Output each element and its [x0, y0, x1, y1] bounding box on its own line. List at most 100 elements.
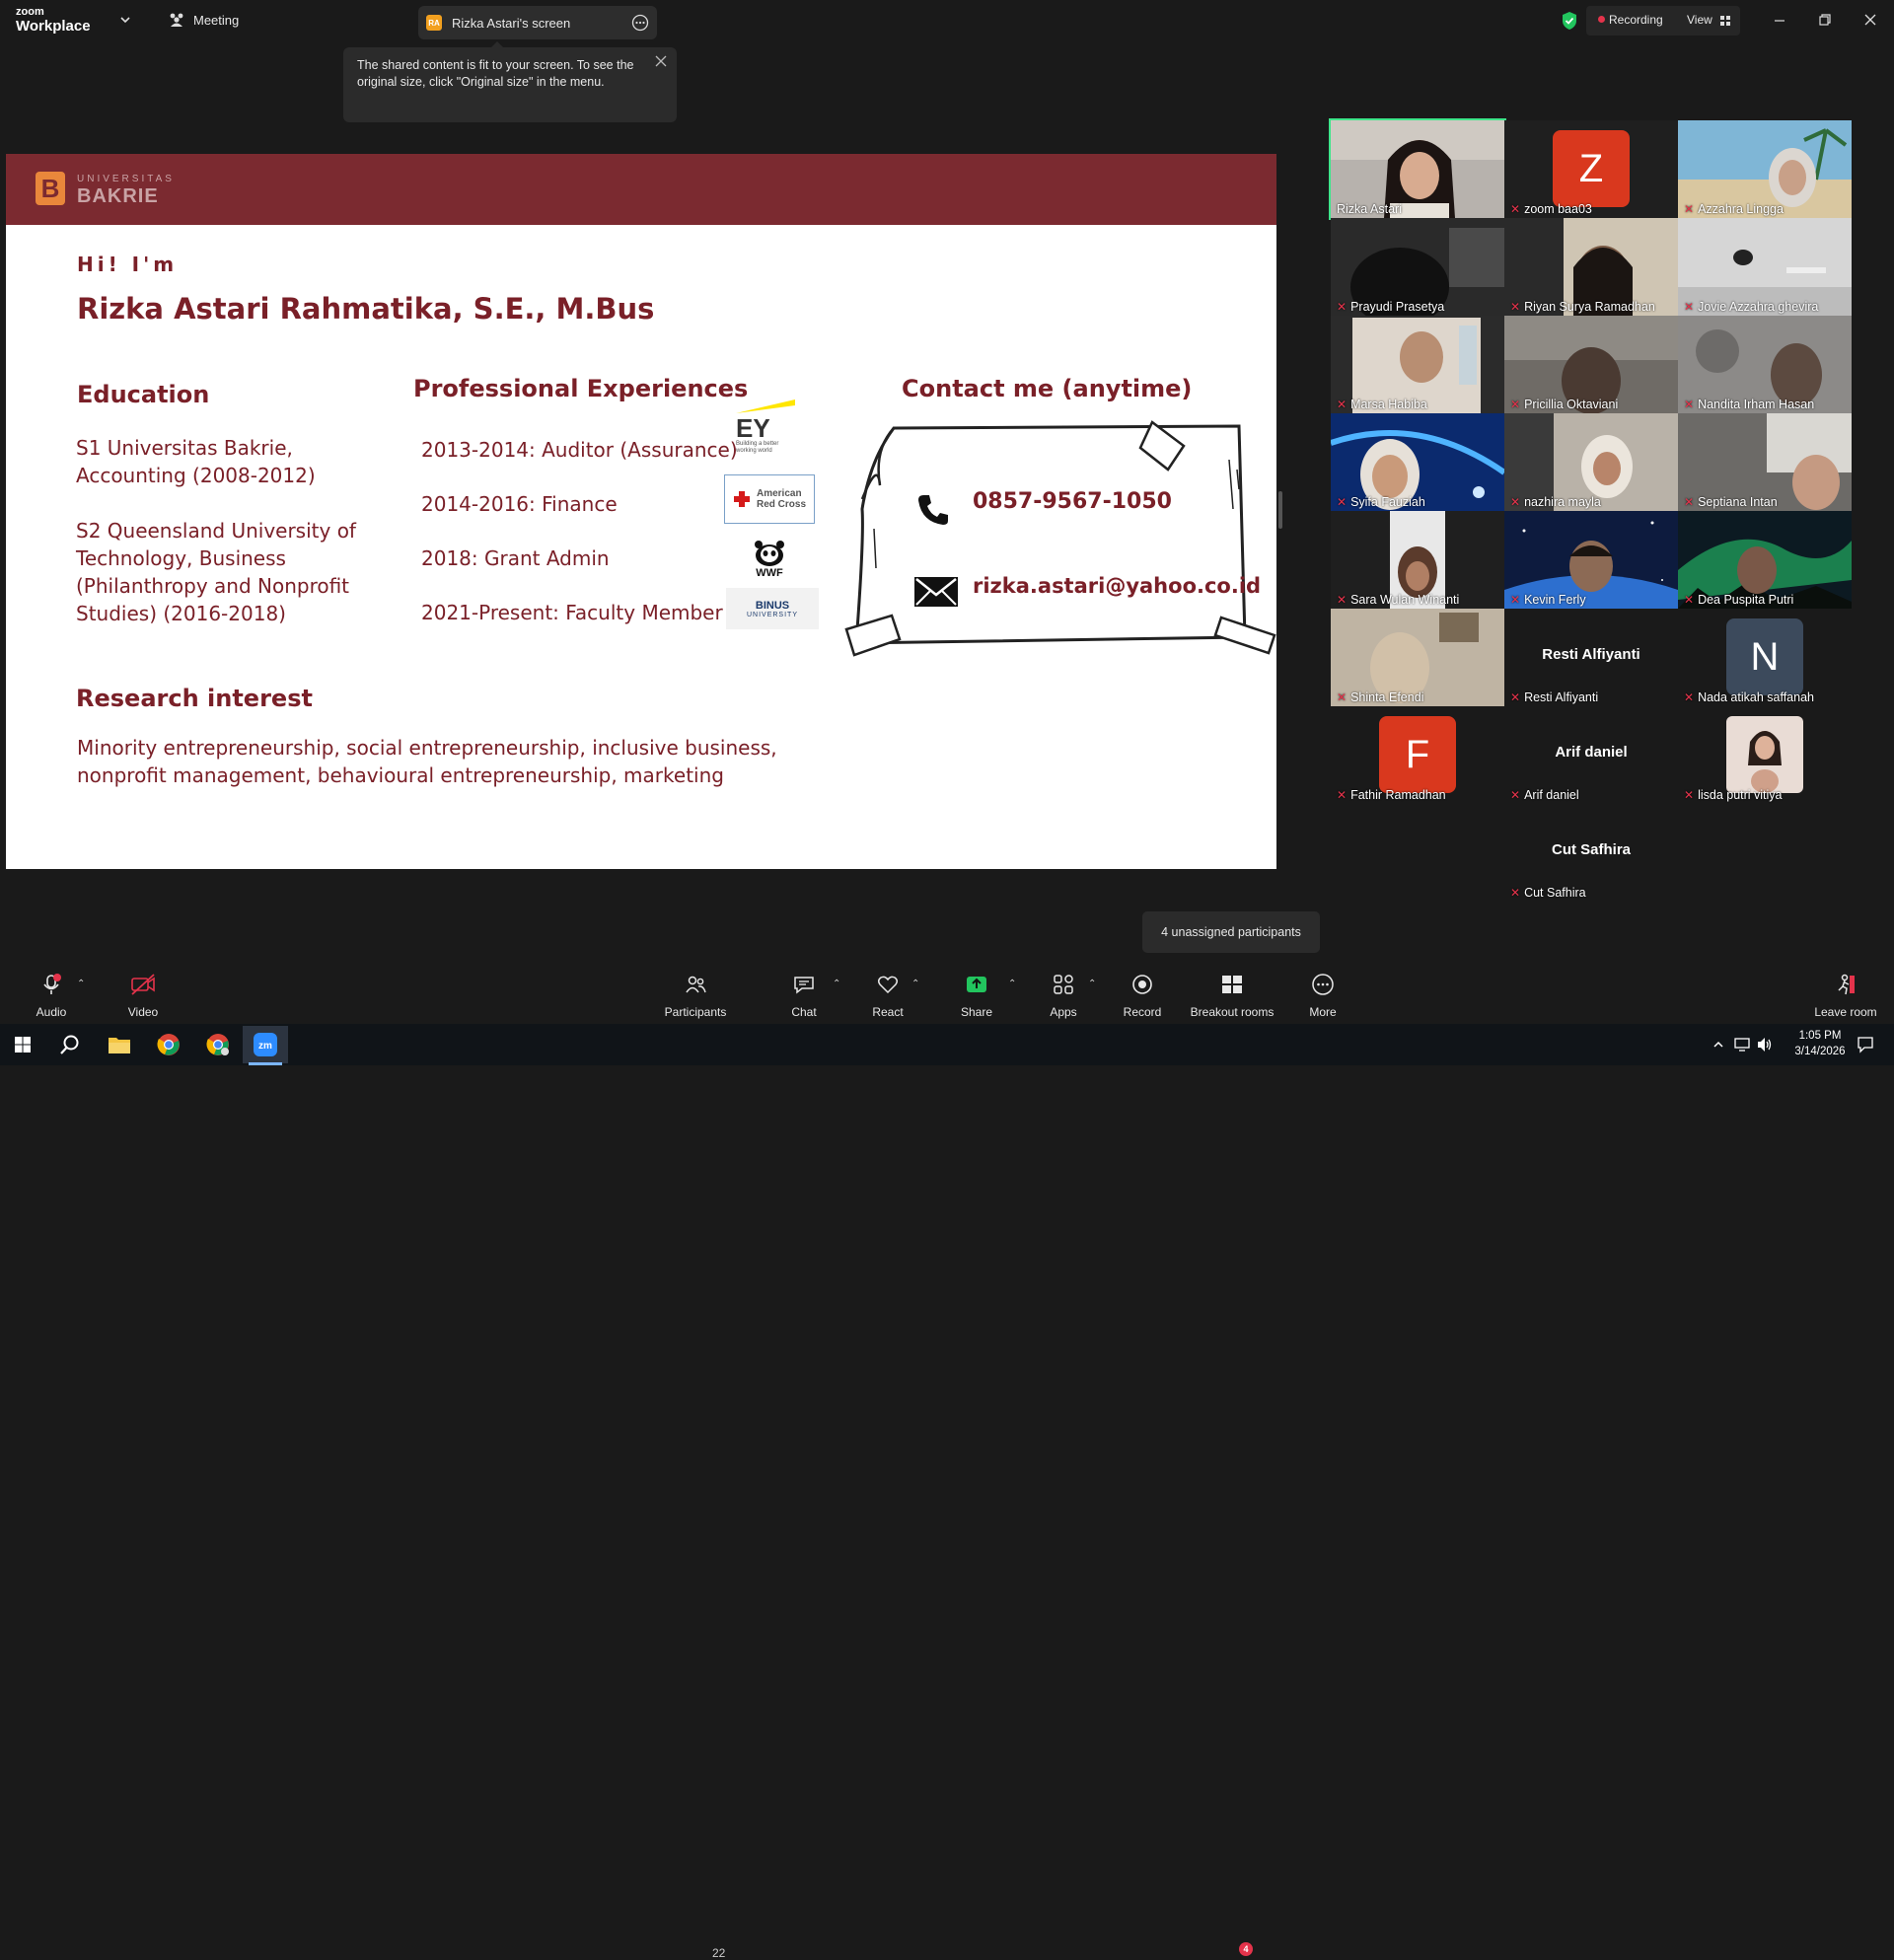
react-button[interactable]: React: [871, 967, 905, 1024]
video-tile[interactable]: F ✕ Fathir Ramadhan: [1331, 706, 1504, 804]
file-explorer-icon[interactable]: [105, 1030, 134, 1059]
tooltip-close-icon[interactable]: [655, 55, 667, 72]
close-window-icon[interactable]: [1863, 13, 1877, 32]
share-options-icon[interactable]: [631, 14, 649, 36]
video-tile[interactable]: N ✕ Nada atikah saffanah: [1678, 609, 1852, 706]
video-tile[interactable]: ✕ Dea Puspita Putri: [1678, 511, 1852, 609]
video-button[interactable]: Video: [118, 967, 168, 1024]
minimize-icon[interactable]: [1773, 14, 1786, 33]
contact-email[interactable]: rizka.astari@yahoo.co.id: [973, 574, 1261, 598]
search-icon[interactable]: [55, 1030, 85, 1059]
mic-muted-icon: ✕: [1510, 886, 1521, 900]
react-options-chevron-up-icon[interactable]: ⌃: [911, 979, 919, 989]
mic-muted-icon: ✕: [1510, 593, 1521, 607]
participants-button[interactable]: Participants: [663, 967, 728, 1024]
video-tile[interactable]: Rizka Astari: [1329, 118, 1506, 220]
video-tile[interactable]: ✕ lisda putri vitiya: [1678, 706, 1852, 804]
tile-name-text: zoom baa03: [1524, 202, 1592, 216]
tile-name-text: Azzahra Lingga: [1698, 202, 1784, 216]
video-tile[interactable]: ✕ Pricillia Oktaviani: [1504, 316, 1678, 413]
windows-start-icon[interactable]: [8, 1030, 37, 1059]
shared-screen-tab[interactable]: RA Rizka Astari's screen: [418, 6, 657, 39]
apps-options-chevron-up-icon[interactable]: ⌃: [1088, 979, 1096, 989]
record-label: Record: [1123, 1005, 1162, 1019]
tile-name-text: Jovie Azzahra ghevira: [1698, 300, 1819, 314]
video-tile[interactable]: ✕ Azzahra Lingga: [1678, 120, 1852, 218]
chat-icon: [792, 973, 816, 1001]
education-1-line2: Accounting (2008-2012): [76, 464, 316, 487]
bakrie-logo-icon: B: [36, 172, 65, 205]
meeting-tab[interactable]: Meeting: [168, 12, 239, 28]
video-tile[interactable]: Resti Alfiyanti ✕ Resti Alfiyanti: [1504, 609, 1678, 706]
chrome-profile-icon[interactable]: [203, 1030, 233, 1059]
title-bar: zoom Workplace Meeting RA Rizka Astari's…: [0, 0, 1894, 43]
breakout-rooms-button[interactable]: Breakout rooms: [1189, 967, 1275, 1024]
record-button[interactable]: Record: [1123, 967, 1162, 1024]
tooltip-text: The shared content is fit to your screen…: [357, 58, 634, 89]
mic-muted-icon: ✕: [1337, 788, 1348, 802]
participants-label: Participants: [664, 1005, 727, 1019]
clock-date[interactable]: 3/14/2026: [1781, 1046, 1859, 1057]
video-tile[interactable]: ✕ Jovie Azzahra ghevira: [1678, 218, 1852, 316]
video-tile[interactable]: ✕ Septiana Intan: [1678, 413, 1852, 511]
more-button[interactable]: More: [1308, 967, 1338, 1024]
experience-item: 2018: Grant Admin: [421, 546, 610, 570]
video-tile[interactable]: ✕ Prayudi Prasetya: [1331, 218, 1504, 316]
panel-resize-handle[interactable]: [1278, 491, 1282, 529]
video-tile[interactable]: Cut Safhira ✕ Cut Safhira: [1504, 804, 1678, 902]
video-tile[interactable]: ✕ Nandita Irham Hasan: [1678, 316, 1852, 413]
video-tile[interactable]: ✕ Syifa Fauziah: [1331, 413, 1504, 511]
chrome-icon[interactable]: [154, 1030, 183, 1059]
mic-muted-icon: ✕: [1510, 202, 1521, 216]
tile-name-text: Syifa Fauziah: [1350, 495, 1425, 509]
restore-icon[interactable]: [1818, 13, 1832, 32]
clock-time[interactable]: 1:05 PM: [1781, 1030, 1859, 1042]
notification-icon[interactable]: [1857, 1036, 1874, 1058]
tray-chevron-up-icon[interactable]: [1712, 1038, 1724, 1055]
tile-name-text: Nada atikah saffanah: [1698, 690, 1814, 704]
view-label[interactable]: View: [1687, 13, 1712, 27]
red-cross-line1: American: [756, 488, 802, 499]
video-tile[interactable]: ✕ Marsa Habiba: [1331, 316, 1504, 413]
video-tile[interactable]: ✕ Shinta Efendi: [1331, 609, 1504, 706]
brand-chevron-down-icon[interactable]: [119, 13, 131, 31]
education-title: Education: [77, 381, 210, 408]
video-tile[interactable]: ✕ Riyan Surya Ramadhan: [1504, 218, 1678, 316]
volume-icon[interactable]: [1756, 1036, 1774, 1058]
more-ellipsis-icon: [1311, 973, 1335, 1001]
video-tile[interactable]: Arif daniel ✕ Arif daniel: [1504, 706, 1678, 804]
meeting-people-icon: [170, 13, 183, 27]
mic-muted-icon: ✕: [1684, 495, 1695, 509]
tile-name: ✕ Pricillia Oktaviani: [1510, 398, 1618, 411]
video-tile[interactable]: ✕ nazhira mayla: [1504, 413, 1678, 511]
tile-name: ✕ Septiana Intan: [1684, 495, 1778, 509]
network-icon[interactable]: [1734, 1037, 1752, 1057]
leave-room-button[interactable]: Leave room: [1813, 967, 1878, 1024]
view-grid-icon[interactable]: [1719, 14, 1731, 32]
record-icon: [1130, 973, 1154, 1001]
video-tile[interactable]: ✕ Sara Wulan Winanti: [1331, 511, 1504, 609]
tile-name: ✕ Nada atikah saffanah: [1684, 690, 1814, 704]
binus-line1: BINUS: [755, 599, 790, 612]
share-button[interactable]: Share: [961, 967, 992, 1024]
meeting-label: Meeting: [193, 12, 240, 28]
share-options-chevron-up-icon[interactable]: ⌃: [1008, 979, 1016, 989]
audio-options-chevron-up-icon[interactable]: ⌃: [77, 979, 85, 989]
video-tile[interactable]: Z ✕ zoom baa03: [1504, 120, 1678, 218]
audio-button[interactable]: Audio: [30, 967, 73, 1024]
video-off-icon: [130, 973, 156, 1001]
tile-name: ✕ zoom baa03: [1510, 202, 1592, 216]
video-tile[interactable]: ✕ Kevin Ferly: [1504, 511, 1678, 609]
tile-name: ✕ Dea Puspita Putri: [1684, 593, 1793, 607]
experience-item: 2014-2016: Finance: [421, 492, 618, 516]
mic-muted-icon: ✕: [1684, 690, 1695, 704]
apps-button[interactable]: Apps: [1050, 967, 1077, 1024]
zoom-app-icon[interactable]: zm: [251, 1030, 280, 1059]
logo-top-text: UNIVERSITAS: [77, 174, 175, 184]
chat-button[interactable]: Chat: [789, 967, 819, 1024]
recording-label[interactable]: Recording: [1609, 13, 1663, 27]
chat-options-chevron-up-icon[interactable]: ⌃: [833, 979, 840, 989]
shield-check-icon[interactable]: [1561, 11, 1578, 36]
zoom-logo-small: zoom: [16, 6, 44, 18]
contact-phone[interactable]: 0857-9567-1050: [973, 489, 1172, 514]
